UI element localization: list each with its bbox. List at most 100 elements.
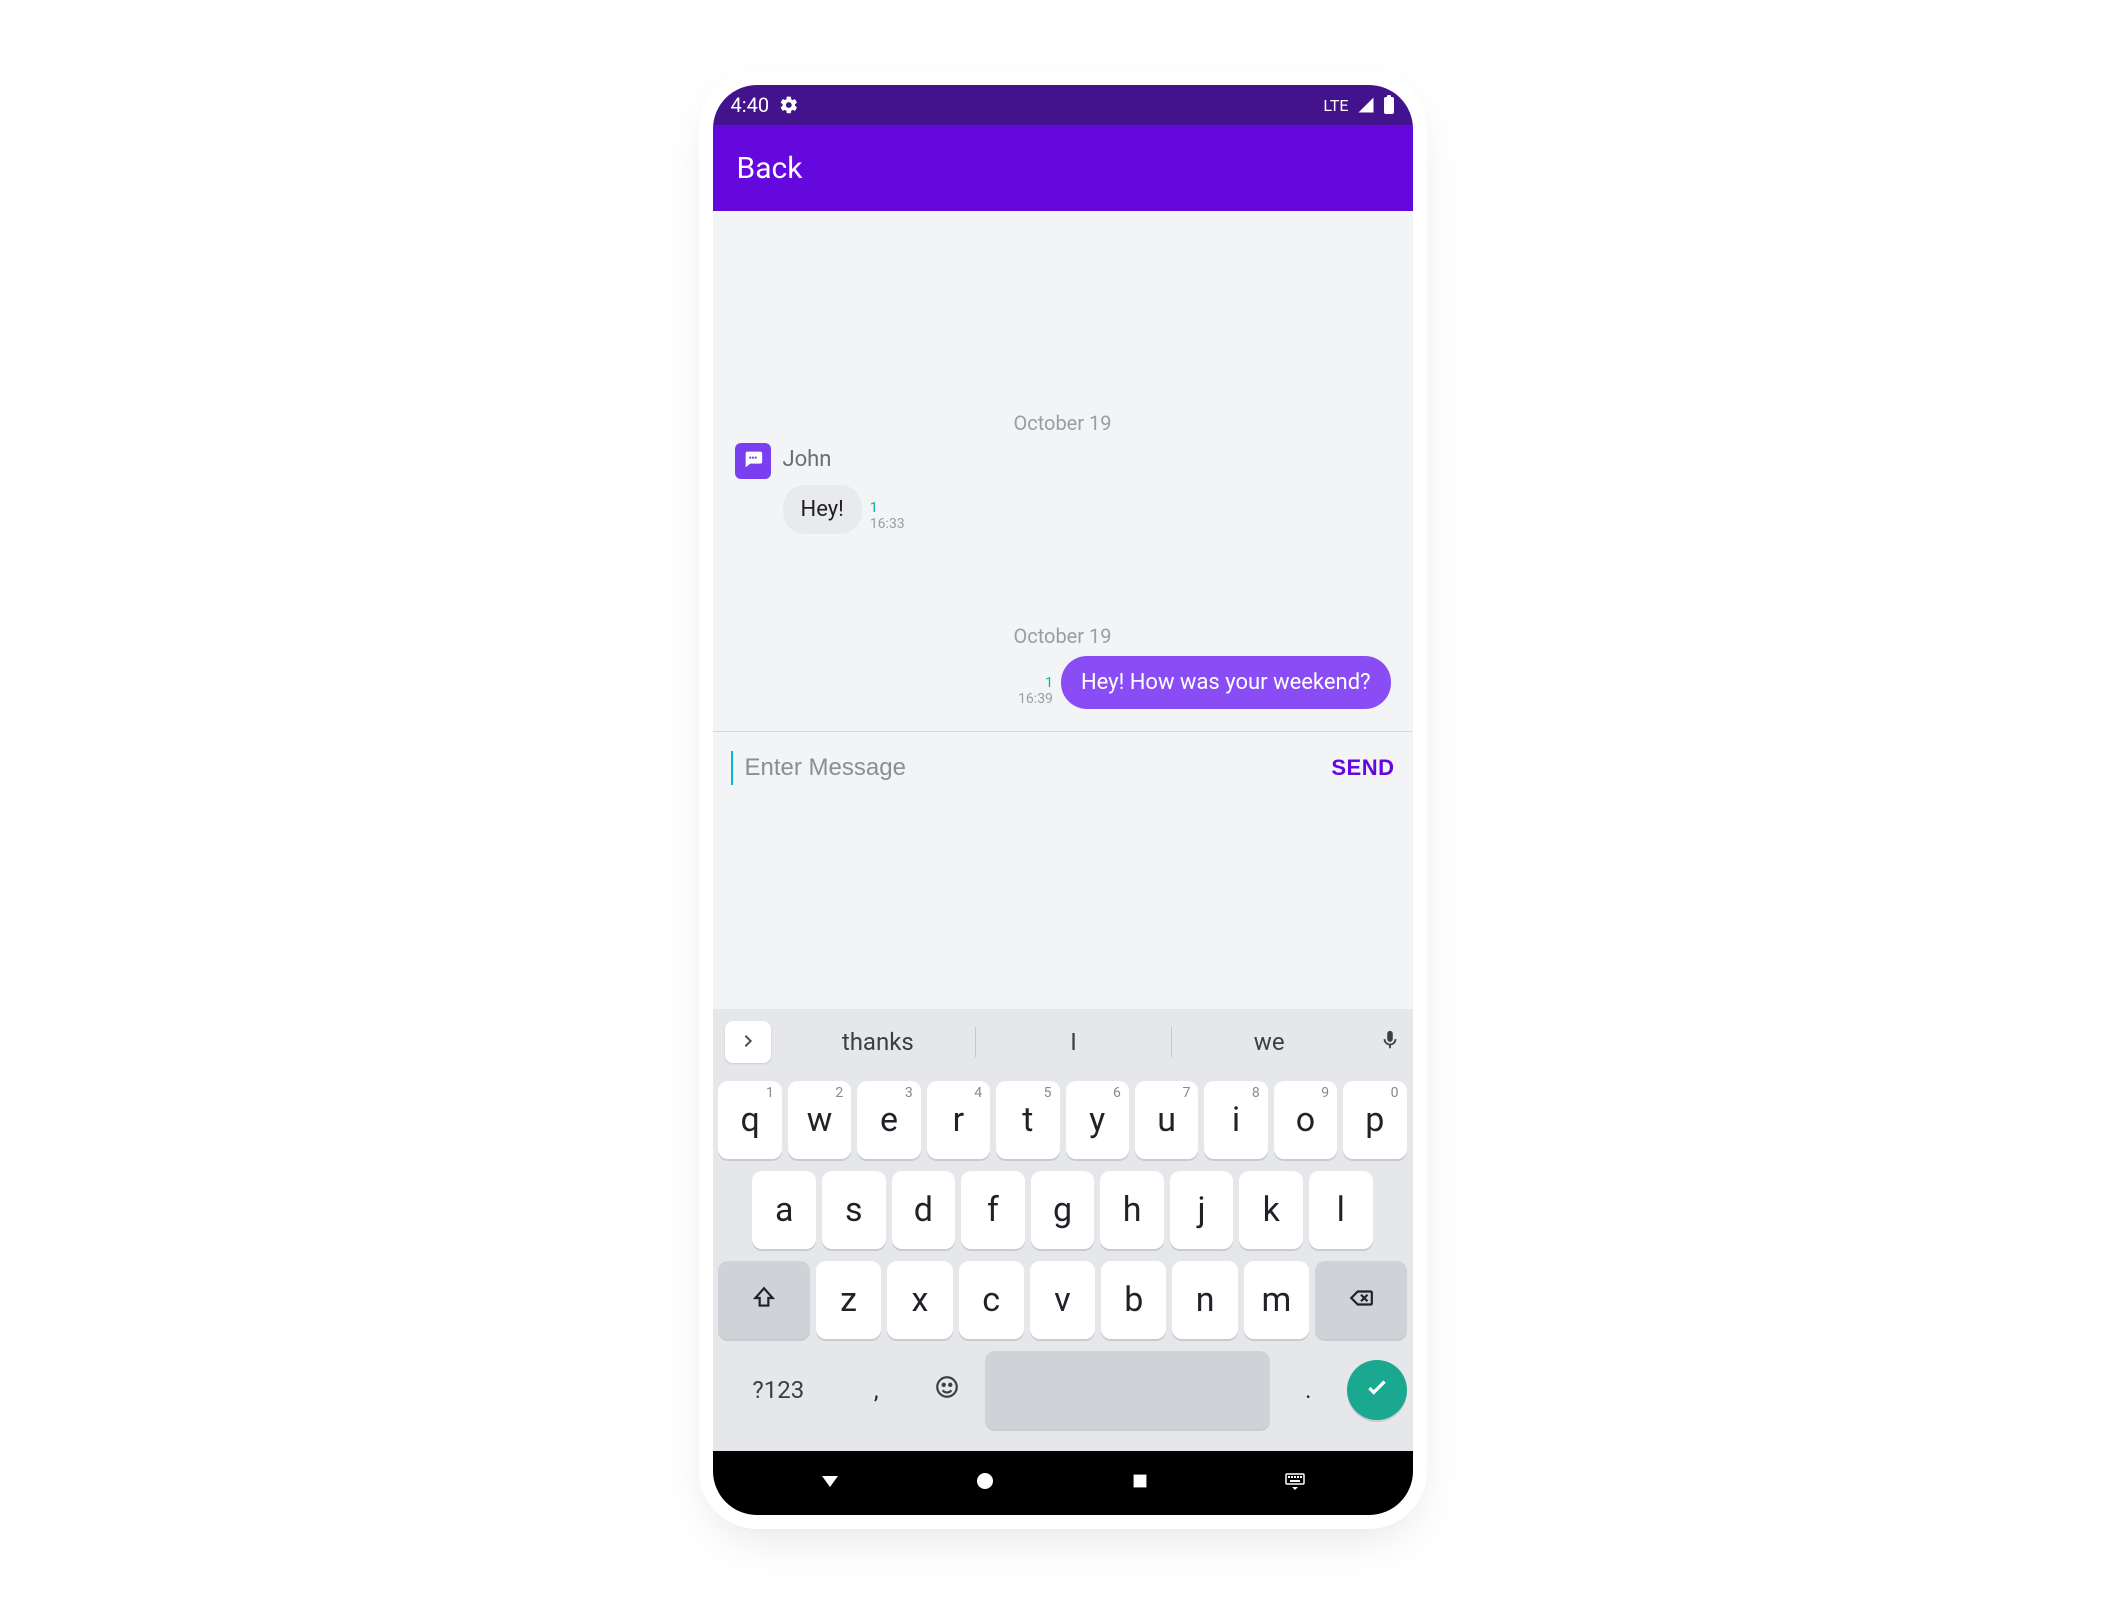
- gear-icon: [779, 95, 799, 115]
- text-cursor: [731, 751, 733, 785]
- key-a[interactable]: a: [752, 1171, 816, 1249]
- nav-recent-button[interactable]: [1110, 1470, 1170, 1496]
- key-p[interactable]: p0: [1343, 1081, 1406, 1159]
- back-button[interactable]: Back: [737, 151, 803, 186]
- message-meta: 1 16:33: [870, 500, 905, 534]
- system-navbar: [713, 1451, 1413, 1515]
- key-number: 5: [1044, 1085, 1052, 1101]
- key-m[interactable]: m: [1244, 1261, 1309, 1339]
- emoji-icon: [934, 1374, 960, 1406]
- symbols-key[interactable]: ?123: [719, 1351, 839, 1429]
- date-separator: October 19: [713, 411, 1413, 435]
- microphone-button[interactable]: [1367, 1029, 1413, 1055]
- key-number: 1: [766, 1085, 774, 1101]
- status-time: 4:40: [731, 93, 770, 117]
- spacebar-key[interactable]: [985, 1351, 1270, 1429]
- nav-home-button[interactable]: [955, 1469, 1015, 1497]
- key-c[interactable]: c: [959, 1261, 1024, 1339]
- backspace-key[interactable]: [1315, 1261, 1406, 1339]
- keyboard-row: zxcvbnm: [719, 1261, 1407, 1339]
- suggestion-item[interactable]: I: [976, 1028, 1171, 1056]
- expand-suggestions-button[interactable]: [725, 1021, 771, 1063]
- chat-bubble-icon: [742, 448, 764, 474]
- message-header-incoming: John: [713, 443, 1413, 479]
- keyboard-row: q1w2e3r4t5y6u7i8o9p0: [719, 1081, 1407, 1159]
- microphone-icon: [1379, 1029, 1401, 1055]
- signal-icon: [1357, 96, 1375, 114]
- key-g[interactable]: g: [1031, 1171, 1095, 1249]
- chat-area[interactable]: October 19 John Hey! 1 16:33 October 19 …: [713, 211, 1413, 1009]
- nav-back-button[interactable]: [800, 1469, 860, 1497]
- suggestion-item[interactable]: we: [1172, 1028, 1367, 1056]
- key-y[interactable]: y6: [1066, 1081, 1129, 1159]
- app-bar: Back: [713, 125, 1413, 211]
- message-bubble-outgoing: Hey! How was your weekend?: [1061, 656, 1391, 709]
- key-s[interactable]: s: [822, 1171, 886, 1249]
- circle-icon: [973, 1469, 997, 1497]
- key-e[interactable]: e3: [857, 1081, 920, 1159]
- message-time: 16:33: [870, 516, 905, 532]
- message-composer: SEND: [713, 731, 1413, 803]
- status-network: LTE: [1323, 96, 1348, 115]
- avatar[interactable]: [735, 443, 771, 479]
- shift-key[interactable]: [718, 1261, 809, 1339]
- keyboard-row: asdfghjkl: [719, 1171, 1407, 1249]
- key-r[interactable]: r4: [927, 1081, 990, 1159]
- sender-name: John: [783, 443, 832, 479]
- read-count: 1: [1045, 675, 1053, 691]
- nav-keyboard-button[interactable]: [1265, 1469, 1325, 1497]
- phone-frame: 4:40 LTE Back October 19 John: [713, 85, 1413, 1515]
- period-key[interactable]: .: [1276, 1351, 1340, 1429]
- check-icon: [1364, 1373, 1390, 1408]
- message-time: 16:39: [1018, 691, 1053, 707]
- triangle-down-icon: [818, 1469, 842, 1497]
- key-number: 9: [1321, 1085, 1329, 1101]
- key-k[interactable]: k: [1239, 1171, 1303, 1249]
- suggestion-bar: thanks I we: [713, 1009, 1413, 1075]
- key-o[interactable]: o9: [1274, 1081, 1337, 1159]
- key-h[interactable]: h: [1100, 1171, 1164, 1249]
- key-f[interactable]: f: [961, 1171, 1025, 1249]
- key-number: 7: [1182, 1085, 1190, 1101]
- key-number: 2: [835, 1085, 843, 1101]
- key-number: 4: [974, 1085, 982, 1101]
- soft-keyboard: thanks I we q1w2e3r4t5y6u7i8o9p0 asdfghj…: [713, 1009, 1413, 1451]
- emoji-key[interactable]: [915, 1351, 979, 1429]
- key-number: 3: [905, 1085, 913, 1101]
- battery-icon: [1383, 95, 1395, 115]
- message-meta: 1 16:39: [1018, 675, 1053, 709]
- key-t[interactable]: t5: [996, 1081, 1059, 1159]
- key-z[interactable]: z: [816, 1261, 881, 1339]
- key-q[interactable]: q1: [718, 1081, 781, 1159]
- key-number: 8: [1252, 1085, 1260, 1101]
- comma-key[interactable]: ,: [844, 1351, 908, 1429]
- chevron-right-icon: [740, 1030, 756, 1055]
- status-bar: 4:40 LTE: [713, 85, 1413, 125]
- key-v[interactable]: v: [1030, 1261, 1095, 1339]
- enter-key[interactable]: [1347, 1360, 1407, 1420]
- key-n[interactable]: n: [1172, 1261, 1237, 1339]
- suggestion-item[interactable]: thanks: [781, 1028, 976, 1056]
- keyboard-row: ?123 , .: [719, 1351, 1407, 1429]
- key-l[interactable]: l: [1309, 1171, 1373, 1249]
- key-d[interactable]: d: [892, 1171, 956, 1249]
- shift-icon: [751, 1280, 777, 1320]
- square-icon: [1129, 1470, 1151, 1496]
- keyboard-hide-icon: [1283, 1469, 1307, 1497]
- message-outgoing[interactable]: 1 16:39 Hey! How was your weekend?: [713, 656, 1413, 709]
- date-separator: October 19: [713, 624, 1413, 648]
- key-j[interactable]: j: [1170, 1171, 1234, 1249]
- key-b[interactable]: b: [1101, 1261, 1166, 1339]
- message-incoming[interactable]: Hey! 1 16:33: [713, 485, 1413, 534]
- read-count: 1: [870, 500, 878, 516]
- message-bubble-incoming: Hey!: [783, 485, 862, 534]
- key-w[interactable]: w2: [788, 1081, 851, 1159]
- key-u[interactable]: u7: [1135, 1081, 1198, 1159]
- key-i[interactable]: i8: [1204, 1081, 1267, 1159]
- key-number: 6: [1113, 1085, 1121, 1101]
- message-input[interactable]: [745, 754, 1320, 782]
- backspace-icon: [1346, 1280, 1376, 1320]
- key-number: 0: [1391, 1085, 1399, 1101]
- key-x[interactable]: x: [887, 1261, 952, 1339]
- send-button[interactable]: SEND: [1331, 755, 1394, 781]
